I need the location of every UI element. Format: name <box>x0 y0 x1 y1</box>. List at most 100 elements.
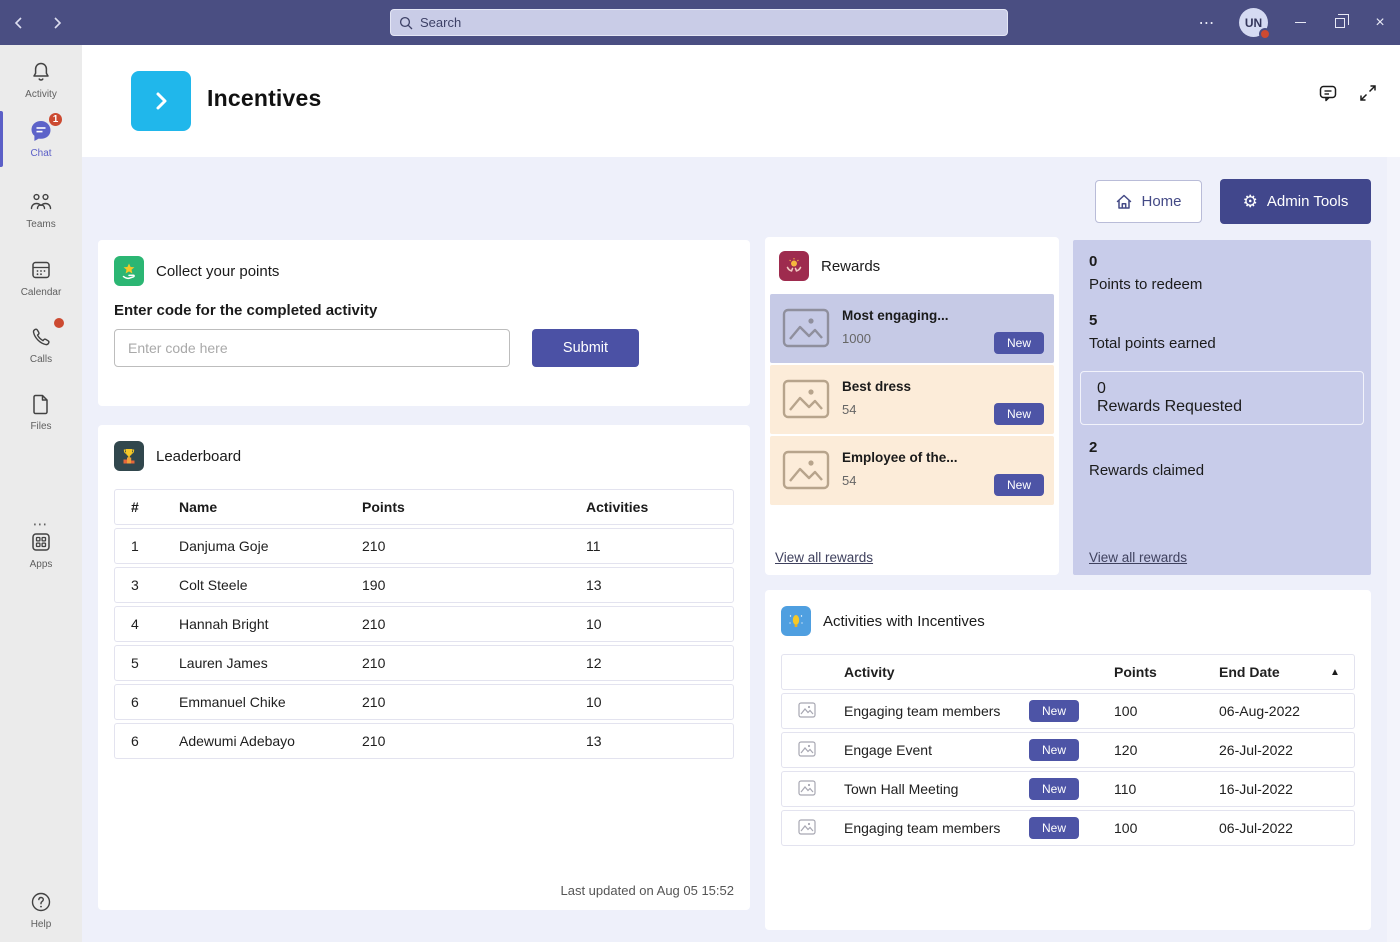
minimize-button[interactable] <box>1280 0 1320 45</box>
new-badge: New <box>994 474 1044 496</box>
sidebar-item-help[interactable]: Help <box>0 888 82 930</box>
table-row: 5Lauren James21012 <box>114 645 734 681</box>
sidebar-item-chat[interactable]: 1 Chat <box>0 117 82 159</box>
rewards-icon <box>779 251 809 281</box>
leaderboard-card: Leaderboard # Name Points Activities 1Da… <box>98 425 750 910</box>
table-row: 3Colt Steele19013 <box>114 567 734 603</box>
reward-name: Best dress <box>842 379 911 394</box>
table-row: Engaging team members New 100 06-Aug-202… <box>781 693 1355 729</box>
view-all-rewards-link[interactable]: View all rewards <box>1089 550 1187 565</box>
code-input[interactable] <box>114 329 510 367</box>
collect-points-icon <box>114 256 144 286</box>
restore-button[interactable] <box>1320 0 1360 45</box>
activities-card: Activities with Incentives Activity Poin… <box>765 590 1371 930</box>
sidebar-item-label: Help <box>31 919 52 930</box>
reward-name: Employee of the... <box>842 450 958 465</box>
new-badge: New <box>1029 778 1079 800</box>
admin-tools-button[interactable]: ⚙ Admin Tools <box>1220 179 1371 224</box>
sidebar-item-label: Apps <box>30 559 53 570</box>
home-label: Home <box>1141 193 1181 210</box>
list-item[interactable]: Most engaging... 1000 New <box>770 294 1054 363</box>
collect-points-title: Collect your points <box>156 263 279 280</box>
sidebar-item-label: Chat <box>30 148 51 159</box>
reward-points: 54 <box>842 473 856 488</box>
chat-icon: 1 <box>26 117 56 145</box>
stat-points-to-redeem: 0 Points to redeem <box>1073 253 1371 293</box>
reward-points: 54 <box>842 402 856 417</box>
teams-titlebar: ⋯ UN × <box>0 0 1400 45</box>
sidebar-item-calendar[interactable]: Calendar <box>0 256 82 298</box>
last-updated-text: Last updated on Aug 05 15:52 <box>561 883 735 898</box>
col-points: Points <box>1114 664 1219 680</box>
calendar-icon <box>26 256 56 284</box>
chevron-right-icon <box>150 90 172 112</box>
table-row: 4Hannah Bright21010 <box>114 606 734 642</box>
search-input[interactable] <box>413 15 1007 30</box>
sidebar-item-label: Files <box>30 421 51 432</box>
image-placeholder-icon <box>782 379 830 424</box>
sidebar-item-calls[interactable]: Calls <box>0 323 82 365</box>
new-badge: New <box>1029 700 1079 722</box>
leaderboard-table: # Name Points Activities 1Danjuma Goje21… <box>114 489 734 759</box>
new-badge: New <box>994 403 1044 425</box>
new-badge: New <box>1029 817 1079 839</box>
sidebar-item-label: Calls <box>30 354 52 365</box>
sidebar-item-label: Teams <box>26 219 55 230</box>
search-bar[interactable] <box>390 9 1008 36</box>
sidebar-item-teams[interactable]: Teams <box>0 188 82 230</box>
sidebar-item-label: Activity <box>25 89 57 100</box>
page-title: Incentives <box>207 85 322 112</box>
table-row: Engage Event New 120 26-Jul-2022 <box>781 732 1355 768</box>
close-button[interactable]: × <box>1360 0 1400 45</box>
leaderboard-header-row: # Name Points Activities <box>114 489 734 525</box>
rewards-title: Rewards <box>821 258 880 275</box>
sort-asc-icon[interactable]: ▲ <box>1330 667 1354 678</box>
points-summary-panel: 0 Points to redeem 5 Total points earned… <box>1073 240 1371 575</box>
stat-rewards-requested: 0 Rewards Requested <box>1080 371 1364 425</box>
activities-table: Activity Points End Date ▲ Engaging team… <box>781 654 1355 846</box>
table-row: Town Hall Meeting New 110 16-Jul-2022 <box>781 771 1355 807</box>
admin-tools-label: Admin Tools <box>1267 193 1348 210</box>
app-header: Incentives <box>82 45 1400 157</box>
image-placeholder-icon <box>798 819 844 838</box>
phone-icon <box>26 323 56 351</box>
new-badge: New <box>994 332 1044 354</box>
image-placeholder-icon <box>798 702 844 721</box>
app-rail: Activity 1 Chat Teams Calendar Calls Fil… <box>0 45 82 942</box>
home-button[interactable]: Home <box>1095 180 1202 223</box>
expand-icon[interactable] <box>1358 83 1378 103</box>
list-item[interactable]: Best dress 54 New <box>770 365 1054 434</box>
new-badge: New <box>1029 739 1079 761</box>
activities-title: Activities with Incentives <box>823 613 985 630</box>
col-rank: # <box>131 499 179 515</box>
sidebar-item-activity[interactable]: Activity <box>0 58 82 100</box>
conversation-icon[interactable] <box>1318 83 1338 103</box>
table-row: 6Adewumi Adebayo21013 <box>114 723 734 759</box>
leaderboard-title: Leaderboard <box>156 448 241 465</box>
stat-rewards-claimed: 2 Rewards claimed <box>1073 439 1371 479</box>
scrollbar-gutter <box>1387 157 1400 942</box>
help-icon <box>26 888 56 916</box>
sidebar-item-apps[interactable]: Apps <box>0 528 82 570</box>
col-activities: Activities <box>586 499 733 515</box>
image-placeholder-icon <box>782 450 830 495</box>
forward-icon[interactable] <box>46 12 68 34</box>
image-placeholder-icon <box>798 780 844 799</box>
col-name: Name <box>179 499 362 515</box>
submit-button[interactable]: Submit <box>532 329 639 367</box>
collect-points-card: Collect your points Enter code for the c… <box>98 240 750 406</box>
sidebar-item-label: Calendar <box>21 287 62 298</box>
sidebar-item-files[interactable]: Files <box>0 390 82 432</box>
activities-icon <box>781 606 811 636</box>
image-placeholder-icon <box>798 741 844 760</box>
incentives-app-icon <box>131 71 191 131</box>
image-placeholder-icon <box>782 308 830 353</box>
col-end-date[interactable]: End Date <box>1219 664 1330 680</box>
avatar[interactable]: UN <box>1239 8 1268 37</box>
list-item[interactable]: Employee of the... 54 New <box>770 436 1054 505</box>
view-all-rewards-link[interactable]: View all rewards <box>775 550 873 565</box>
main-area: Incentives Home ⚙ Admin Tools <box>82 45 1400 942</box>
activities-header-row: Activity Points End Date ▲ <box>781 654 1355 690</box>
back-icon[interactable] <box>8 12 30 34</box>
titlebar-more-icon[interactable]: ⋯ <box>1187 13 1227 33</box>
